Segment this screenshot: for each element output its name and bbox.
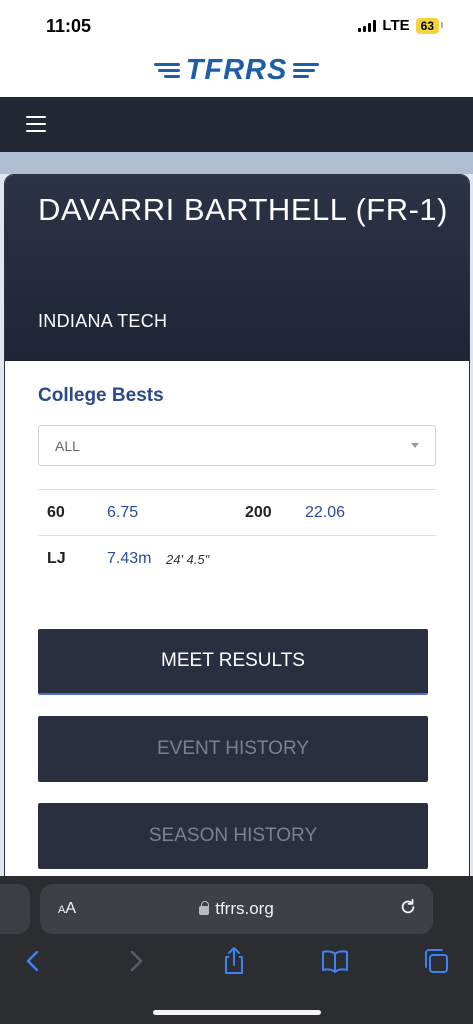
browser-toolbar: AAAA tfrrs.org: [0, 876, 473, 1024]
event-mark[interactable]: 22.06: [305, 504, 345, 522]
caret-down-icon: [411, 443, 419, 448]
page-banner-strip: [0, 152, 473, 174]
navigation-toolbar: [0, 946, 473, 976]
athlete-card: DAVARRI BARTHELL (FR-1) INDIANA TECH Col…: [4, 174, 470, 882]
cellular-signal-icon: [358, 19, 377, 32]
top-navbar: [0, 97, 473, 152]
event-mark[interactable]: 7.43m: [107, 550, 151, 568]
logo-left-wing-icon: [153, 63, 180, 78]
event-name: LJ: [47, 550, 66, 567]
table-row: 60 6.75 200 22.06: [38, 489, 436, 535]
status-bar: 11:05 LTE 63: [0, 0, 473, 44]
lock-icon: [199, 901, 210, 915]
address-bar[interactable]: AAAA tfrrs.org: [40, 884, 433, 934]
status-indicators: LTE 63: [358, 17, 444, 34]
event-name: 60: [47, 504, 65, 521]
back-icon[interactable]: [18, 946, 48, 976]
converted-mark: 24' 4.5": [166, 552, 210, 567]
bests-filter-value: ALL: [55, 438, 80, 454]
table-row: LJ 7.43m 24' 4.5": [38, 535, 436, 581]
forward-icon[interactable]: [121, 946, 151, 976]
hamburger-icon[interactable]: [26, 116, 46, 132]
url-display[interactable]: tfrrs.org: [40, 899, 433, 919]
logo-right-wing-icon: [293, 63, 320, 78]
college-bests-table: 60 6.75 200 22.06 LJ 7.43m 24' 4.5": [38, 489, 436, 581]
season-history-button[interactable]: SEASON HISTORY: [38, 803, 428, 869]
event-mark[interactable]: 6.75: [107, 504, 138, 522]
tfrrs-logo[interactable]: TFRRS: [153, 54, 320, 87]
bookmarks-icon[interactable]: [320, 946, 350, 976]
event-history-button[interactable]: EVENT HISTORY: [38, 716, 428, 782]
share-icon[interactable]: [219, 946, 249, 976]
logo-bar: TFRRS: [0, 44, 473, 97]
college-bests-title: College Bests: [38, 385, 164, 406]
athlete-header: DAVARRI BARTHELL (FR-1) INDIANA TECH: [5, 175, 469, 361]
meet-results-button[interactable]: MEET RESULTS: [38, 629, 428, 695]
status-time: 11:05: [46, 16, 92, 36]
bests-filter-select[interactable]: ALL: [38, 425, 436, 466]
home-indicator: [153, 1010, 321, 1015]
team-name[interactable]: INDIANA TECH: [38, 311, 167, 332]
event-name: 200: [245, 504, 272, 521]
athlete-name: DAVARRI BARTHELL (FR-1): [38, 192, 448, 227]
network-type: LTE: [382, 17, 410, 34]
tabs-icon[interactable]: [421, 946, 451, 976]
logo-text: TFRRS: [185, 54, 288, 86]
reload-icon[interactable]: [399, 898, 417, 916]
url-text: tfrrs.org: [215, 899, 274, 918]
battery-icon: 63: [415, 17, 444, 34]
previous-tab-peek[interactable]: [0, 884, 30, 934]
